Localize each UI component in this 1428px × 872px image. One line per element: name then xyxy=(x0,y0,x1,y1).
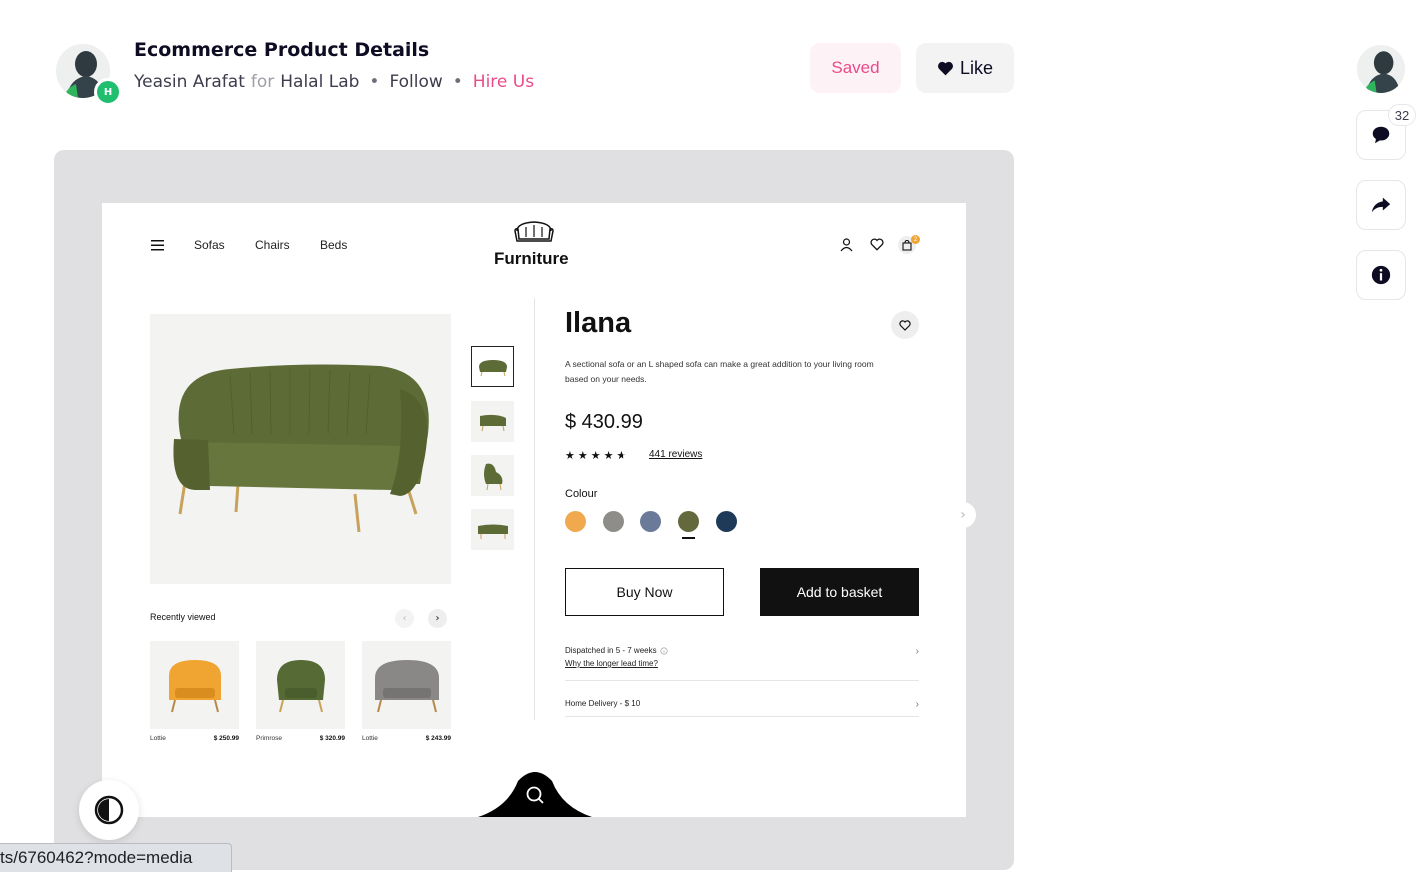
sofa-side-thumb-icon xyxy=(479,414,506,431)
chevron-right-icon: › xyxy=(435,613,440,624)
details-button[interactable] xyxy=(1356,250,1406,300)
dispatch-row[interactable]: Dispatched in 5 - 7 weeks Why the longer… xyxy=(565,646,919,681)
chevron-right-icon: › xyxy=(915,699,919,710)
armchair-logo-icon xyxy=(514,221,554,242)
recently-viewed-name: Primrose xyxy=(256,735,283,742)
recently-viewed-next-button[interactable]: › xyxy=(428,609,447,628)
delivery-text: Home Delivery - $ 10 xyxy=(565,699,641,708)
colour-swatch-blue-grey[interactable] xyxy=(640,511,661,532)
product-favorite-button[interactable] xyxy=(891,311,919,339)
product-thumbnail[interactable] xyxy=(471,509,514,550)
recently-viewed-item[interactable] xyxy=(256,641,345,729)
separator-dot: • xyxy=(452,72,463,92)
share-button[interactable] xyxy=(1356,180,1406,230)
green-sofa-image xyxy=(173,364,429,533)
for-label: for xyxy=(250,72,275,92)
info-icon xyxy=(1371,265,1391,285)
armchair-green-image xyxy=(276,660,325,713)
delivery-row[interactable]: Home Delivery - $ 10 › xyxy=(565,699,919,717)
product-thumbnail[interactable] xyxy=(471,455,514,496)
sofa-thumb-icon xyxy=(478,359,507,376)
armchair-orange-image xyxy=(168,660,221,713)
brand-name[interactable]: Furniture xyxy=(494,249,569,269)
byline: Yeasin Arafat for Halal Lab • Follow • H… xyxy=(134,72,534,92)
user-icon[interactable] xyxy=(840,238,853,252)
next-shot-button[interactable]: › xyxy=(950,502,976,528)
recently-viewed-prev-button[interactable]: ‹ xyxy=(395,609,414,628)
colour-label: Colour xyxy=(565,488,598,500)
nav-link-beds[interactable]: Beds xyxy=(320,238,347,252)
like-button[interactable]: Like xyxy=(916,43,1014,93)
shot-title: Ecommerce Product Details xyxy=(134,39,430,61)
sofa-angle-thumb-icon xyxy=(483,463,502,490)
nav-link-chairs[interactable]: Chairs xyxy=(255,238,290,252)
team-badge: H xyxy=(94,78,122,106)
like-label: Like xyxy=(959,57,994,78)
dispatch-text: Dispatched in 5 - 7 weeks xyxy=(565,646,657,655)
product-price: $ 430.99 xyxy=(565,411,643,433)
separator-dot: • xyxy=(369,72,380,92)
rail-author-avatar[interactable] xyxy=(1357,45,1405,93)
recently-viewed-price: $ 243.99 xyxy=(425,735,451,742)
colour-swatch-navy[interactable] xyxy=(716,511,737,532)
colour-swatch-olive[interactable] xyxy=(678,511,699,532)
contrast-icon xyxy=(94,795,124,825)
recently-viewed-price: $ 250.99 xyxy=(213,735,239,742)
colour-swatch-grey[interactable] xyxy=(603,511,624,532)
comment-count-badge: 32 xyxy=(1388,104,1416,126)
author-name[interactable]: Yeasin Arafat xyxy=(134,72,245,92)
product-thumbnail[interactable] xyxy=(471,401,514,442)
nav-link-sofas[interactable]: Sofas xyxy=(194,238,225,252)
hire-us-link[interactable]: Hire Us xyxy=(473,72,534,92)
recently-viewed-price: $ 320.99 xyxy=(319,735,345,742)
product-description: A sectional sofa or an L shaped sofa can… xyxy=(565,359,874,384)
add-to-basket-button[interactable]: Add to basket xyxy=(760,568,919,616)
vertical-divider xyxy=(534,298,535,720)
bag-icon xyxy=(902,240,912,251)
reviews-link[interactable]: 441 reviews xyxy=(649,449,702,460)
saved-button[interactable]: Saved xyxy=(810,43,901,93)
theme-toggle-button[interactable] xyxy=(79,780,139,840)
shot-canvas: Sofas Chairs Beds Furniture 2 Ilana A se… xyxy=(102,203,966,817)
cart-count-badge: 2 xyxy=(911,235,920,244)
info-circle-icon xyxy=(660,646,668,655)
sofa-front-thumb-icon xyxy=(477,524,508,539)
recently-viewed-title: Recently viewed xyxy=(150,612,216,622)
wishlist-heart-icon[interactable] xyxy=(870,238,884,251)
product-thumbnail[interactable] xyxy=(471,346,514,387)
selected-swatch-indicator xyxy=(682,537,695,539)
chevron-left-icon: ‹ xyxy=(402,613,407,624)
armchair-grey-image xyxy=(374,660,439,713)
buy-now-button[interactable]: Buy Now xyxy=(565,568,724,616)
recently-viewed-name: Lottie xyxy=(362,735,378,742)
lead-time-link[interactable]: Why the longer lead time? xyxy=(565,659,919,668)
share-icon xyxy=(1371,197,1391,213)
comment-icon xyxy=(1372,126,1390,144)
product-main-image xyxy=(150,314,451,584)
heart-outline-icon xyxy=(899,319,911,331)
follow-link[interactable]: Follow xyxy=(389,72,442,92)
search-shot-button[interactable] xyxy=(478,769,592,817)
team-badge-text: H xyxy=(103,86,113,98)
recently-viewed-name: Lottie xyxy=(150,735,166,742)
colour-swatch-orange[interactable] xyxy=(565,511,586,532)
hamburger-menu-icon[interactable] xyxy=(151,240,164,251)
chevron-right-icon: › xyxy=(960,507,966,523)
recently-viewed-item[interactable] xyxy=(362,641,451,729)
heart-icon xyxy=(938,61,953,75)
status-bar-url: ts/6760462?mode=media xyxy=(0,843,232,872)
product-name: Ilana xyxy=(565,307,632,339)
rating-stars: ★★★★★★ xyxy=(565,449,630,462)
recently-viewed-item[interactable] xyxy=(150,641,239,729)
chevron-right-icon: › xyxy=(915,646,919,657)
team-name[interactable]: Halal Lab xyxy=(280,72,359,92)
